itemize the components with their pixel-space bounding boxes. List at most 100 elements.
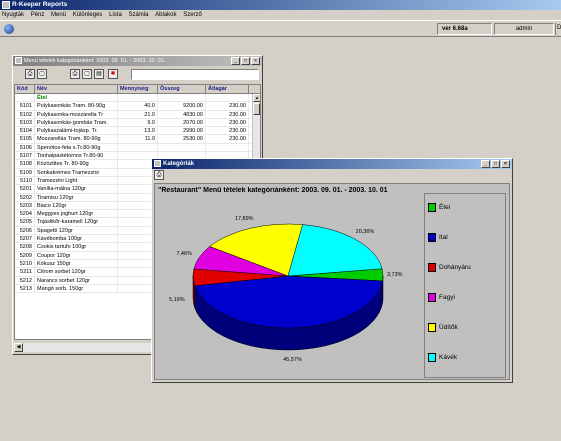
pie-label-fagyi: 7,46%: [176, 250, 192, 257]
column-header-osszeg[interactable]: Összeg: [158, 85, 206, 93]
pie-label-étel: 3,73%: [386, 271, 403, 278]
cell-osszeg: [158, 143, 206, 152]
column-header-kod[interactable]: Kód: [15, 85, 35, 93]
menu-item-menu[interactable]: Menü: [51, 10, 66, 20]
app-title: R-Keeper Reports: [12, 1, 68, 8]
table-row[interactable]: 5103 Pulykasonkás-gombás Tram. 9.0 2070.00 2…: [15, 118, 260, 128]
cell-kod: 5201: [15, 185, 35, 193]
cell-kod: 5104: [15, 127, 35, 135]
document-icon[interactable]: ▤: [94, 69, 104, 79]
menu-item-szamla[interactable]: Számla: [128, 10, 148, 20]
table-row[interactable]: 5104 Pulykaszalámi-tojásp. Tr. 13.0 2990.00…: [15, 127, 260, 136]
chart-icon[interactable]: ✱: [108, 69, 118, 79]
pie-chart-panel: "Restaurant" Menü tételek kategóriánként…: [154, 183, 510, 380]
cell-mennyiseg: 9.0: [118, 118, 158, 127]
cell-kod: 5110: [15, 176, 35, 185]
scroll-left-button[interactable]: ◀: [14, 343, 23, 352]
legend-item-ital: Ital: [428, 232, 448, 242]
menu-item-penz[interactable]: Pénz: [31, 10, 45, 20]
cell-atlagar: [206, 143, 249, 152]
maximize-button[interactable]: □: [491, 160, 500, 168]
cell-atlagar: 230.00: [206, 102, 249, 110]
column-header-nev[interactable]: Név: [35, 85, 118, 93]
cell-kod: 5212: [15, 276, 35, 284]
legend-label: Fagyi: [439, 293, 455, 301]
cell-kod: 5103: [15, 118, 35, 127]
menu-item-nyugtak[interactable]: Nyugták: [2, 10, 24, 20]
chart-legend: Étel Ital Dohányáru Fagyi Üdítők Kávék: [424, 193, 506, 378]
globe-icon[interactable]: [4, 24, 14, 34]
cell-mennyiseg: 40.0: [118, 102, 158, 110]
legend-swatch: [428, 352, 436, 362]
table-row[interactable]: 5106 Spenótos-feta s.Tr.80-90g: [15, 143, 260, 153]
table-header: Kód Név Mennyiség Összeg Átlagár: [15, 85, 260, 94]
cell-nev: Tiramisu 120gr: [35, 193, 118, 201]
cell-kod: 5105: [15, 135, 35, 143]
table-group-row[interactable]: Étel: [15, 94, 260, 103]
menu-items-window-title-bar[interactable]: Menü tételek kategóriánként: 2003. 09. 0…: [13, 56, 262, 66]
table-row[interactable]: 5105 Mozzarellás Tram. 80-90g 11.0 2530.00 2…: [15, 135, 260, 144]
cell-kod: 5106: [15, 143, 35, 152]
minimize-button[interactable]: _: [481, 160, 490, 168]
cell-osszeg: 9200.00: [158, 102, 206, 110]
cell-mennyiseg: [118, 143, 158, 152]
version-panel: ver 6.68a: [437, 23, 492, 35]
legend-label: Dohányáru: [439, 263, 471, 271]
maximize-button[interactable]: □: [241, 57, 250, 65]
legend-swatch: [428, 202, 436, 212]
print-setup-icon[interactable]: ⎙: [70, 69, 80, 79]
column-header-mennyiseg[interactable]: Mennyiség: [118, 85, 158, 93]
cell-nev: Mozzarellás Tram. 80-90g: [35, 135, 118, 143]
close-button[interactable]: ×: [501, 160, 510, 168]
cell-kod: 5109: [15, 168, 35, 176]
chart-title: "Restaurant" Menü tételek kategóriánként…: [158, 187, 388, 194]
page-icon[interactable]: ▢: [82, 69, 92, 79]
cell-osszeg: 4830.00: [158, 110, 206, 118]
menu-item-szerzo[interactable]: Szerző: [183, 10, 202, 20]
cell-kod: 5207: [15, 235, 35, 243]
cell-kod: 5211: [15, 268, 35, 276]
close-button[interactable]: ×: [251, 57, 260, 65]
pie-label-kávék: 20,36%: [355, 229, 375, 236]
cell-kod: 5108: [15, 160, 35, 168]
cell-nev: Narancs sorbet 120gr: [35, 276, 118, 284]
cell-kod: 5102: [15, 110, 35, 118]
cell-osszeg: 2530.00: [158, 135, 206, 143]
menu-item-lista[interactable]: Lista: [109, 10, 122, 20]
legend-item-üdítők: Üdítők: [428, 322, 458, 332]
cell-nev: Citrom sorbet 120gr: [35, 268, 118, 276]
cell-kod: 5204: [15, 210, 35, 218]
cell-kod: 5202: [15, 193, 35, 201]
legend-label: Étel: [439, 203, 451, 211]
cell-nev: Biaco 120gr: [35, 201, 118, 210]
cell-nev: Kávébomba 100gr: [35, 235, 118, 243]
cell-nev: Kókusz 150gr: [35, 259, 118, 268]
menu-item-kulonleges[interactable]: Különleges: [73, 10, 103, 20]
user-panel: admin: [494, 23, 554, 35]
legend-item-dohányáru: Dohányáru: [428, 262, 471, 272]
cell-nev: Közöztites Tr. 80-90g: [35, 160, 118, 168]
filter-field[interactable]: [131, 69, 259, 80]
column-header-atlagar[interactable]: Átlagár: [206, 85, 249, 93]
categories-window-title-bar[interactable]: Kategóriák _ □ ×: [152, 159, 512, 169]
menu-item-ablakok[interactable]: Ablakok: [155, 10, 176, 20]
legend-item-fagyi: Fagyi: [428, 292, 455, 302]
table-row[interactable]: 5102 Pulykasonka-mozzarella Tr 21.0 4830.00…: [15, 110, 260, 119]
window-icon: [15, 57, 22, 64]
print-icon[interactable]: ⎙: [25, 69, 35, 79]
legend-item-kávék: Kávék: [428, 352, 457, 362]
cell-nev: Csokis tartufo 100gr: [35, 243, 118, 251]
minimize-button[interactable]: _: [231, 57, 240, 65]
app-icon: [2, 1, 10, 9]
categories-window: Kategóriák _ □ × ⎙ "Restaurant" Menü tét…: [151, 158, 513, 383]
categories-toolbar: ⎙: [152, 169, 512, 182]
scroll-up-button[interactable]: ▲: [253, 94, 260, 102]
table-row[interactable]: 5101 Pulykasonkás Tram. 80-90g 40.0 9200.00…: [15, 102, 260, 111]
print-icon[interactable]: ⎙: [154, 170, 164, 180]
legend-swatch: [428, 292, 436, 302]
cell-nev: Tramezzini Light: [35, 176, 118, 185]
cell-kod: 5203: [15, 201, 35, 210]
scroll-thumb[interactable]: [253, 103, 260, 115]
group-label: Étel: [35, 94, 118, 102]
preview-icon[interactable]: ▢: [37, 69, 47, 79]
